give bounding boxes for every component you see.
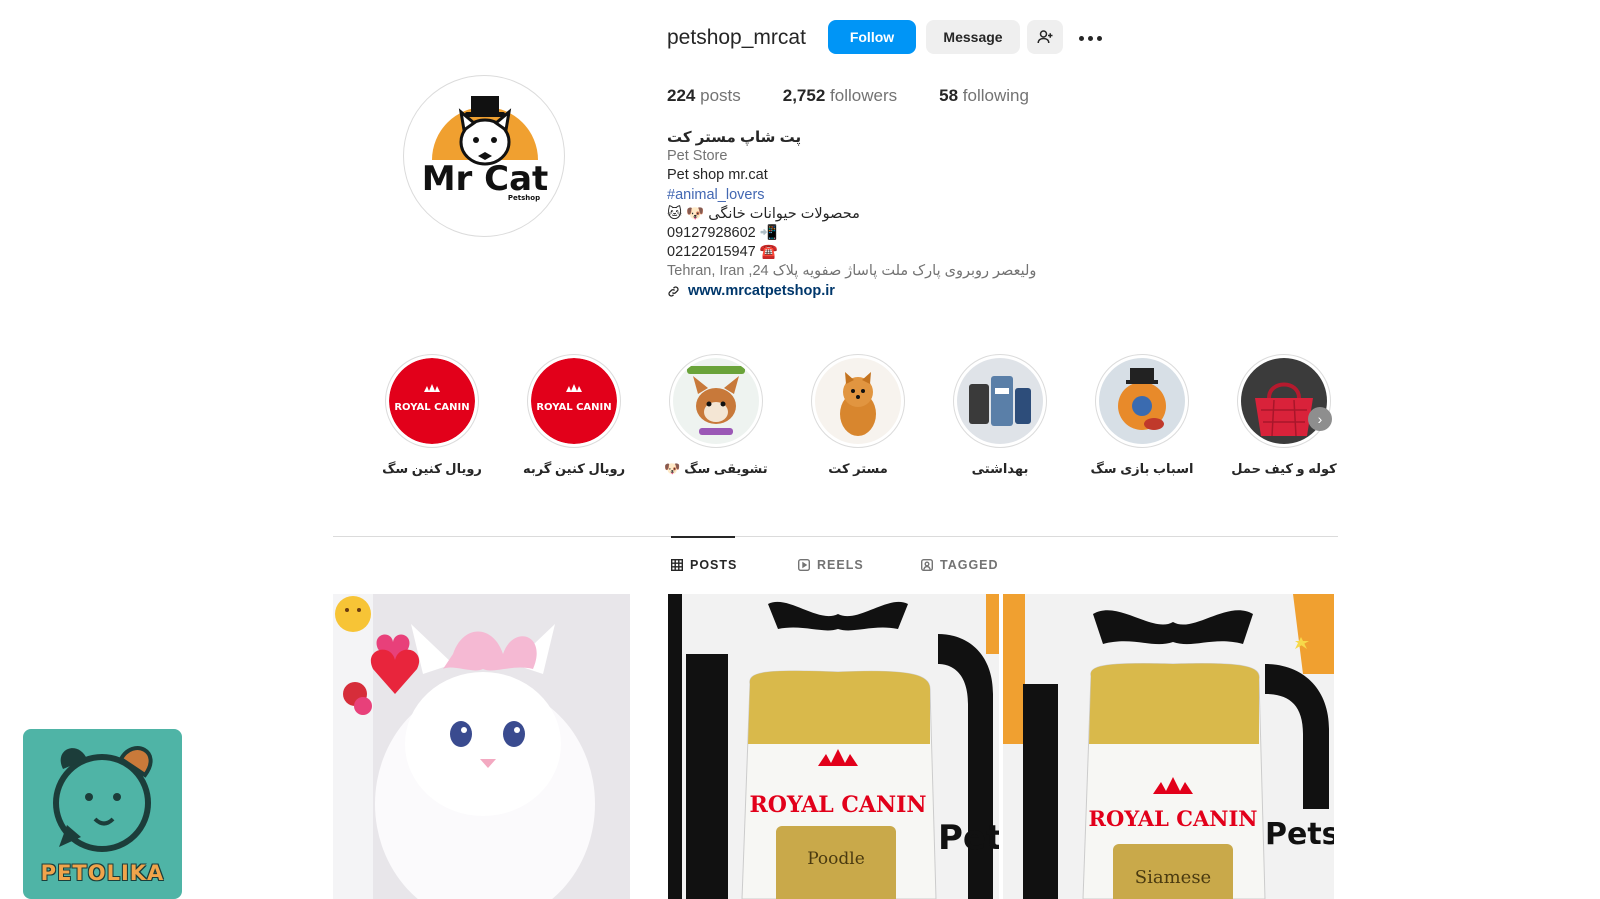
- post-thumbnail[interactable]: Pet ROYAL CANIN Poodle: [668, 594, 999, 899]
- suggest-user-button[interactable]: [1027, 20, 1063, 54]
- dot-icon: [1087, 35, 1093, 41]
- tagged-icon: [921, 559, 933, 571]
- svg-text:ROYAL CANIN: ROYAL CANIN: [1089, 806, 1258, 831]
- dog-toys-icon: [1099, 358, 1185, 444]
- post-thumbnail[interactable]: Pets ROYAL CANIN Siamese: [1003, 594, 1334, 899]
- profile-category: Pet Store: [667, 148, 728, 165]
- svg-text:Petshop: Petshop: [508, 194, 540, 202]
- svg-text:ROYAL CANIN: ROYAL CANIN: [536, 402, 611, 413]
- svg-text:Pets: Pets: [1265, 817, 1334, 852]
- profile-stats: 224 posts 2,752 followers 58 following: [667, 86, 1071, 106]
- bio-line: Pet shop mr.cat: [667, 167, 768, 184]
- svg-text:ROYAL CANIN: ROYAL CANIN: [749, 792, 926, 818]
- svg-text:Pet: Pet: [938, 818, 999, 858]
- highlight-label: بهداشتی: [971, 461, 1029, 476]
- highlight-item[interactable]: ROYAL CANIN رویال کنین گربه: [519, 354, 629, 477]
- highlight-label: مستر کت: [828, 461, 888, 476]
- chevron-right-icon: ›: [1317, 411, 1323, 427]
- white-cat-image: [333, 594, 630, 899]
- following-stat[interactable]: 58 following: [939, 86, 1029, 106]
- highlight-item[interactable]: ROYAL CANIN رویال کنین سگ: [377, 354, 487, 477]
- royal-canin-siamese-image: Pets ROYAL CANIN Siamese: [1003, 594, 1334, 899]
- posts-stat: 224 posts: [667, 86, 741, 105]
- profile-avatar[interactable]: Mr Cat Petshop: [403, 75, 565, 237]
- pet-carrier-icon: [1241, 358, 1327, 444]
- followers-stat[interactable]: 2,752 followers: [783, 86, 897, 106]
- bio-line: محصولات حیوانات خانگی 🐶 🐱: [667, 205, 860, 222]
- dot-icon: [1096, 35, 1102, 41]
- message-button[interactable]: Message: [926, 20, 1020, 54]
- bio-address[interactable]: ولیعصر روبروی پارک ملت پاساژ صفویه پلاک …: [667, 262, 1127, 281]
- bio-phone: 02122015947 ☎️: [667, 244, 778, 261]
- tab-posts[interactable]: POSTS: [671, 558, 737, 572]
- mr-cat-logo: Mr Cat Petshop: [422, 96, 549, 202]
- highlight-item[interactable]: مستر کت: [803, 354, 913, 477]
- royal-canin-poodle-image: Pet ROYAL CANIN Poodle: [668, 594, 999, 899]
- dot-icon: [1078, 35, 1084, 41]
- more-options-button[interactable]: [1075, 26, 1105, 50]
- pomeranian-icon: [815, 358, 901, 444]
- highlight-label: رویال کنین گربه: [522, 461, 626, 476]
- highlight-item[interactable]: اسباب بازی سگ: [1087, 354, 1197, 477]
- website-text: www.mrcatpetshop.ir: [688, 282, 835, 299]
- tabs-divider: [333, 536, 1338, 537]
- svg-text:Poodle: Poodle: [807, 849, 865, 869]
- bio-website-link[interactable]: www.mrcatpetshop.ir: [667, 282, 1127, 301]
- highlight-item[interactable]: تشویقی سگ 🐶: [661, 354, 771, 477]
- profile-display-name: پت شاپ مستر کت: [667, 129, 802, 146]
- highlight-item[interactable]: بهداشتی: [945, 354, 1055, 477]
- highlight-label: رویال کنین سگ: [382, 461, 482, 476]
- svg-text:ROYAL CANIN: ROYAL CANIN: [394, 402, 469, 413]
- reels-icon: [798, 559, 810, 571]
- dog-cat-logo-icon: [53, 746, 153, 852]
- grid-icon: [671, 559, 683, 571]
- bio-hashtag-link[interactable]: #animal_lovers: [667, 186, 1127, 205]
- post-thumbnail[interactable]: [333, 594, 630, 899]
- link-icon: [668, 286, 679, 297]
- highlights-next-button[interactable]: ›: [1308, 407, 1332, 431]
- highlight-label: تشویقی سگ 🐶: [664, 461, 768, 476]
- profile-username: petshop_mrcat: [667, 26, 806, 49]
- svg-text:Mr Cat: Mr Cat: [422, 159, 549, 199]
- bio-phone: 09127928602 📲: [667, 225, 778, 242]
- royal-canin-icon: ROYAL CANIN: [389, 358, 475, 444]
- dog-treat-icon: [673, 358, 759, 444]
- petolika-text: PETOLIKA: [40, 861, 165, 885]
- follow-button[interactable]: Follow: [828, 20, 916, 54]
- profile-bio: پت شاپ مستر کت Pet Store Pet shop mr.cat…: [667, 128, 1127, 301]
- active-tab-indicator: [671, 536, 735, 538]
- svg-text:Siamese: Siamese: [1135, 867, 1211, 888]
- tab-reels[interactable]: REELS: [798, 558, 864, 572]
- add-person-icon: [1037, 30, 1053, 44]
- tab-tagged[interactable]: TAGGED: [921, 558, 999, 572]
- royal-canin-icon: ROYAL CANIN: [531, 358, 617, 444]
- highlight-label: اسباب بازی سگ: [1090, 461, 1194, 476]
- highlight-label: کوله و کیف حمل: [1231, 461, 1337, 476]
- hygiene-products-icon: [957, 358, 1043, 444]
- petolika-watermark-logo: PETOLIKA: [23, 729, 182, 899]
- story-highlights: ROYAL CANIN رویال کنین سگ ROYAL CANIN رو…: [377, 354, 1337, 484]
